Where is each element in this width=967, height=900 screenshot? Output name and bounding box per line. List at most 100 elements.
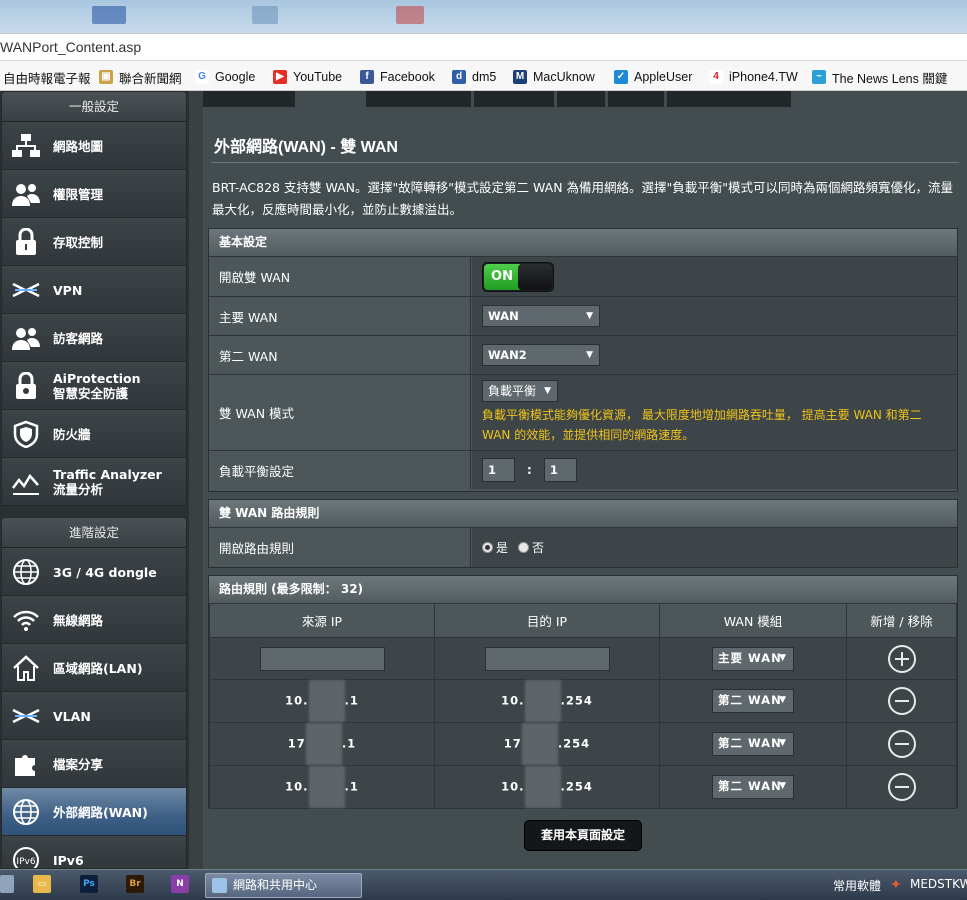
globe-icon xyxy=(13,799,39,825)
nav-file-sharing[interactable]: 檔案分享 xyxy=(2,740,186,788)
google-icon: G xyxy=(195,70,209,84)
nav-firewall[interactable]: 防火牆 xyxy=(2,410,186,458)
routing-no-radio[interactable]: 否 xyxy=(518,539,544,556)
main-content: 外部網路(WAN) - 雙 WAN BRT-AC828 支持雙 WAN。選擇"故… xyxy=(203,91,967,869)
wan-select[interactable]: 第二 WAN ▼ xyxy=(712,689,794,713)
wan-select[interactable]: 第二 WAN ▼ xyxy=(712,775,794,799)
ratio-primary-input[interactable]: 1 xyxy=(482,458,515,482)
nav-label: 網路地圖 xyxy=(53,138,104,154)
bookmark-item[interactable]: M MacUknow xyxy=(513,68,595,86)
mode-note: 負載平衡模式能夠優化資源， 最大限度地增加網路吞吐量， 提高主要 WAN 和第二… xyxy=(482,408,922,442)
source-ip-input[interactable] xyxy=(259,646,385,671)
add-rule-button[interactable] xyxy=(887,644,916,673)
nav-lan[interactable]: 區域網路(LAN) xyxy=(2,644,186,692)
network-center-icon xyxy=(212,878,227,893)
routing-yes-radio[interactable]: 是 xyxy=(482,539,508,556)
vlan-icon xyxy=(12,708,40,724)
primary-wan-row: 主要 WAN WAN ▼ xyxy=(209,296,957,335)
menu-tab[interactable] xyxy=(366,91,471,107)
title-thumb xyxy=(92,6,126,24)
bookmark-item[interactable]: 自由時報電子報 xyxy=(3,68,91,86)
bookmark-item[interactable]: G Google xyxy=(195,68,255,86)
nav-label: 存取控制 xyxy=(53,234,104,250)
nav-network-map[interactable]: 網路地圖 xyxy=(2,122,186,170)
primary-wan-select[interactable]: WAN ▼ xyxy=(482,305,600,327)
taskbar: ▭ Ps Br N 網路和共用中心 常用軟體 ✦ MEDSTKW xyxy=(0,869,967,900)
nav-label: VLAN xyxy=(53,708,91,724)
chevron-down-icon: ▼ xyxy=(544,386,551,396)
iphone4tw-icon: 4 xyxy=(709,70,723,84)
ipv6-icon: IPv6 xyxy=(13,847,39,868)
bookmark-item[interactable]: ▣ 聯合新聞網 xyxy=(99,68,182,86)
field-label: 負載平衡設定 xyxy=(209,451,471,489)
redacted-block xyxy=(524,766,561,808)
tray-toolbar[interactable]: 常用軟體 xyxy=(833,877,881,894)
photoshop-icon[interactable]: Ps xyxy=(80,875,98,893)
ratio-secondary-input[interactable]: 1 xyxy=(543,458,577,482)
menu-tab[interactable] xyxy=(474,91,554,107)
nav-vpn[interactable]: VPN xyxy=(2,266,186,314)
nav-traffic-analyzer[interactable]: Traffic Analyzer 流量分析 xyxy=(2,458,186,505)
nav-guest-network[interactable]: 訪客網路 xyxy=(2,314,186,362)
bridge-icon[interactable]: Br xyxy=(126,875,144,893)
toggle-on-label: ON xyxy=(484,263,520,290)
chevron-down-icon: ▼ xyxy=(779,738,787,748)
field-label: 開啟路由規則 xyxy=(209,528,471,567)
secondary-wan-select[interactable]: WAN2 ▼ xyxy=(482,344,600,366)
bookmark-item[interactable]: d dm5 xyxy=(452,68,496,86)
apply-settings-button[interactable]: 套用本頁面設定 xyxy=(524,820,642,851)
nav-access-control[interactable]: 存取控制 xyxy=(2,218,186,266)
nav-wan[interactable]: 外部網路(WAN) xyxy=(2,788,186,836)
sidebar: 一般設定 網路地圖 權限管理 存取控制 VPN 訪客網路 AiProtectio… xyxy=(0,91,189,869)
dual-wan-mode-row: 雙 WAN 模式 負載平衡 ▼ 負載平衡模式能夠優化資源， 最大限度地增加網路吞吐… xyxy=(209,374,957,450)
remove-rule-button[interactable] xyxy=(887,773,916,801)
bookmark-item[interactable]: f Facebook xyxy=(360,68,435,86)
globe-icon xyxy=(13,559,39,585)
nav-label: IPv6 xyxy=(53,852,84,868)
onenote-icon[interactable]: N xyxy=(171,875,189,893)
menu-tab[interactable] xyxy=(203,91,295,107)
nav-label: AiProtection 智慧安全防護 xyxy=(53,371,141,401)
bookmark-item[interactable]: 4 iPhone4.TW xyxy=(709,68,798,86)
nav-wireless[interactable]: 無線網路 xyxy=(2,596,186,644)
nav-vlan[interactable]: VLAN xyxy=(2,692,186,740)
bookmark-item[interactable]: ~ The News Lens 關鍵 xyxy=(812,68,947,86)
address-bar[interactable]: WANPort_Content.asp xyxy=(0,33,967,61)
field-label: 第二 WAN xyxy=(209,336,471,374)
nav-3g4g-dongle[interactable]: 3G / 4G dongle xyxy=(2,548,186,596)
menu-tab[interactable] xyxy=(667,91,791,107)
nav-label: Traffic Analyzer 流量分析 xyxy=(53,467,162,497)
start-edge[interactable] xyxy=(0,875,14,893)
menu-tab[interactable] xyxy=(557,91,605,107)
destination-ip-input[interactable] xyxy=(484,646,610,671)
dual-wan-mode-select[interactable]: 負載平衡 ▼ xyxy=(482,380,558,402)
advanced-settings-group: 進階設定 3G / 4G dongle 無線網路 區域網路(LAN) VLAN … xyxy=(1,517,187,869)
bookmark-item[interactable]: ✓ AppleUser xyxy=(614,68,692,86)
wan-select[interactable]: 主要 WAN ▼ xyxy=(712,646,794,671)
nav-label: 訪客網路 xyxy=(53,330,104,346)
tray-toolbar[interactable]: MEDSTKW xyxy=(910,877,967,891)
nav-aiprotection[interactable]: AiProtection 智慧安全防護 xyxy=(2,362,186,410)
nav-label: 檔案分享 xyxy=(53,756,104,772)
bookmark-item[interactable]: ▶ YouTube xyxy=(273,68,342,86)
wan-select[interactable]: 第二 WAN ▼ xyxy=(712,732,794,756)
dual-wan-toggle[interactable]: ON xyxy=(482,261,554,292)
folder-icon[interactable]: ▭ xyxy=(33,875,51,893)
source-ip: 10. .1 xyxy=(209,679,435,723)
toggle-knob xyxy=(518,263,552,290)
traffic-icon xyxy=(12,473,39,495)
title-thumb xyxy=(252,6,278,24)
remove-rule-button[interactable] xyxy=(887,730,916,758)
taskbar-task-network-center[interactable]: 網路和共用中心 xyxy=(205,873,362,898)
window-title-strip xyxy=(0,0,967,33)
table-row: 10. .1 10. .254 第二 WAN ▼ xyxy=(209,765,957,809)
secondary-wan-row: 第二 WAN WAN2 ▼ xyxy=(209,335,957,374)
col-header: 目的 IP xyxy=(434,603,660,638)
field-label: 雙 WAN 模式 xyxy=(209,375,471,450)
remove-rule-button[interactable] xyxy=(887,687,916,715)
nav-label: 區域網路(LAN) xyxy=(53,660,143,676)
nav-label: 無線網路 xyxy=(53,612,104,628)
menu-tab[interactable] xyxy=(608,91,664,107)
nav-permissions[interactable]: 權限管理 xyxy=(2,170,186,218)
nav-ipv6[interactable]: IPv6 IPv6 xyxy=(2,836,186,868)
